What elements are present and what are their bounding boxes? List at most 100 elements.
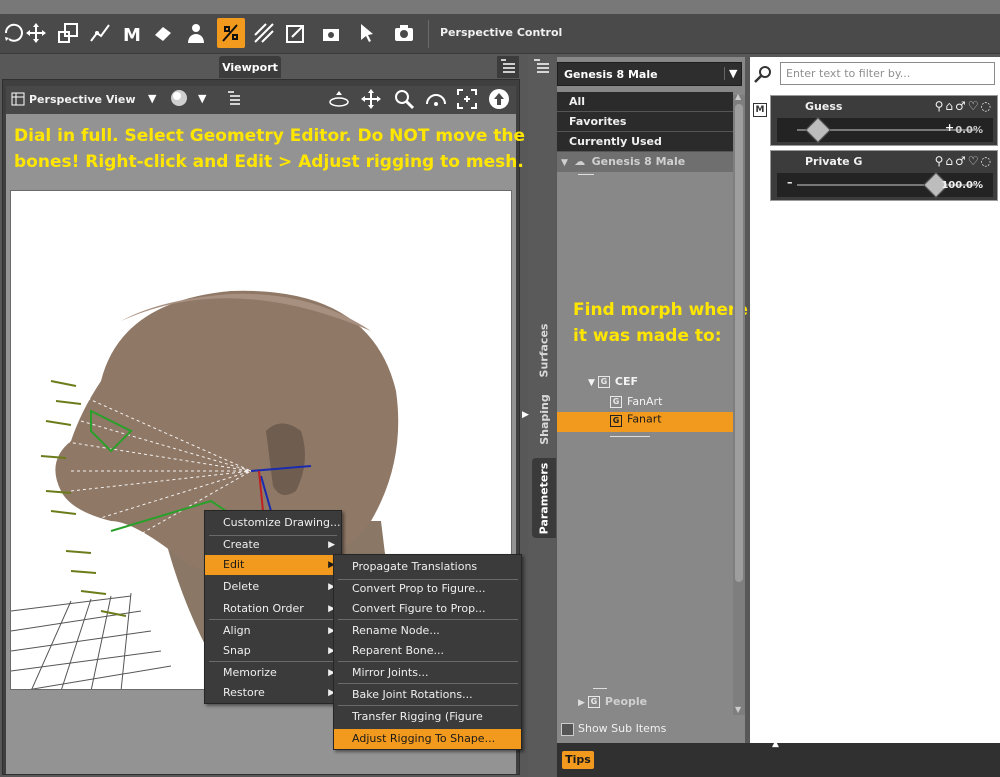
filter-search-icon[interactable] xyxy=(753,64,775,87)
menu-item-adjust-rigging-to-shape[interactable]: Adjust Rigging To Shape... xyxy=(334,729,521,749)
node-weight-icon[interactable] xyxy=(250,18,278,48)
tree-item-fanart[interactable]: G FanArt xyxy=(610,392,662,412)
orbit-icon[interactable] xyxy=(328,89,350,112)
group-icon: G xyxy=(610,415,622,427)
tab-shaping[interactable]: Shaping xyxy=(532,388,556,450)
scene-icon[interactable] xyxy=(353,18,381,48)
render-icon[interactable] xyxy=(390,18,418,48)
menu-item-create[interactable]: Create ▶ xyxy=(205,535,341,555)
menu-item-snap[interactable]: Snap ▶ xyxy=(205,641,341,661)
figure-select[interactable]: Genesis 8 Male ▼ xyxy=(557,62,742,86)
menu-item-transfer-rigging[interactable]: Transfer Rigging (Figure Space) xyxy=(334,707,521,743)
category-group-row[interactable]: ▼ ☁ Genesis 8 Male xyxy=(557,152,733,172)
morph-icon[interactable]: M xyxy=(118,18,146,48)
camera-icon[interactable] xyxy=(318,18,346,48)
viewport-view-name[interactable]: Perspective View xyxy=(29,93,136,106)
menu-item-label: Edit xyxy=(223,558,245,571)
menu-item-memorize[interactable]: Memorize ▶ xyxy=(205,663,341,683)
expand-arrow-icon: ▼ xyxy=(588,378,595,388)
bank-icon[interactable] xyxy=(424,90,448,111)
figure-icon[interactable] xyxy=(182,18,210,48)
tab-viewport[interactable]: Viewport xyxy=(219,56,281,78)
tree-item-fanart-selected[interactable]: G Fanart xyxy=(557,412,733,432)
category-currently-used[interactable]: Currently Used xyxy=(557,132,733,152)
zoom-icon[interactable] xyxy=(393,88,415,113)
frame-icon[interactable] xyxy=(456,88,478,113)
menu-item-rotation-order[interactable]: Rotation Order ▶ xyxy=(205,599,341,619)
tab-label: Shaping xyxy=(537,393,551,445)
menu-item-convert-prop-to-figure[interactable]: Convert Prop to Figure... xyxy=(334,579,521,599)
tree-label: FanArt xyxy=(627,395,663,408)
tab-surfaces[interactable]: Surfaces xyxy=(532,316,556,384)
menu-separator xyxy=(338,619,518,620)
reset-view-icon[interactable] xyxy=(488,88,510,113)
menu-item-convert-figure-to-prop[interactable]: Convert Figure to Prop... xyxy=(334,599,521,619)
parameter-name: Guess xyxy=(805,100,843,113)
slider-plus-icon: + xyxy=(945,121,955,134)
menu-item-rename-node[interactable]: Rename Node... xyxy=(334,621,521,641)
filter-input[interactable]: Enter text to filter by... xyxy=(780,62,995,85)
draw-style-dropdown-icon[interactable]: ▼ xyxy=(198,92,206,105)
tree-cut-marker xyxy=(610,436,650,440)
tips-button[interactable]: Tips xyxy=(562,751,594,769)
tree-item-cef[interactable]: ▼ G CEF xyxy=(588,372,638,392)
menu-item-customize-drawing[interactable]: Customize Drawing... xyxy=(205,513,341,533)
menu-item-mirror-joints[interactable]: Mirror Joints... xyxy=(334,663,521,683)
scroll-down-icon[interactable]: ▼ xyxy=(735,705,741,714)
tab-label: Surfaces xyxy=(537,323,551,377)
tree-label: People xyxy=(604,695,648,708)
menu-separator xyxy=(338,705,518,706)
view-dropdown-icon[interactable]: ▼ xyxy=(148,92,156,105)
menu-separator xyxy=(338,683,518,684)
show-sub-items-toggle[interactable]: Show Sub Items xyxy=(561,722,666,736)
menu-item-bake-joint-rotations[interactable]: Bake Joint Rotations... xyxy=(334,685,521,705)
parameter-option-icons[interactable]: ⚲⌂♂♡◌ xyxy=(935,154,993,168)
pan-icon[interactable] xyxy=(360,88,382,113)
geometry-editor-icon[interactable] xyxy=(217,18,245,48)
slider-handle[interactable] xyxy=(805,117,831,143)
category-scrollbar-thumb[interactable] xyxy=(735,104,743,582)
parameter-value[interactable]: 0.0% xyxy=(955,125,983,136)
parameter-option-icons[interactable]: ⚲⌂♂♡◌ xyxy=(935,99,993,113)
tree-cut-marker xyxy=(593,688,607,691)
category-all[interactable]: All xyxy=(557,92,733,112)
window-top-strip xyxy=(0,0,1000,14)
category-favorites[interactable]: Favorites xyxy=(557,112,733,132)
current-tool-label: Perspective Control xyxy=(440,26,563,39)
menu-item-edit[interactable]: Edit ▶ xyxy=(205,555,341,575)
menu-item-reparent-bone[interactable]: Reparent Bone... xyxy=(334,641,521,661)
parameter-value[interactable]: 100.0% xyxy=(941,180,983,191)
tab-parameters[interactable]: Parameters xyxy=(532,458,556,538)
draw-style-icon[interactable] xyxy=(170,89,188,110)
menu-item-label: Rotation Order xyxy=(223,602,304,615)
viewport-options-icon[interactable] xyxy=(226,90,242,109)
menu-item-restore[interactable]: Restore ▶ xyxy=(205,683,341,703)
move-icon[interactable] xyxy=(22,18,50,48)
tree-cut-marker xyxy=(578,174,594,177)
tree-label: Fanart xyxy=(627,412,662,426)
menu-item-label: Snap xyxy=(223,644,251,657)
menu-separator xyxy=(338,661,518,662)
context-menu: Customize Drawing... Create ▶ Edit ▶ Delet… xyxy=(204,510,342,704)
menu-item-align[interactable]: Align ▶ xyxy=(205,621,341,641)
viewport-menu-icon[interactable] xyxy=(497,56,519,78)
figure-group-icon: ☁ xyxy=(574,155,586,168)
expand-arrow-icon: ▶ xyxy=(578,698,585,708)
scroll-up-icon[interactable]: ▲ xyxy=(735,92,741,101)
joint-icon[interactable] xyxy=(86,18,114,48)
panel-menu-icon[interactable] xyxy=(532,57,552,78)
active-pose-icon[interactable] xyxy=(282,18,310,48)
menu-separator xyxy=(209,661,337,662)
menu-item-propagate-translations[interactable]: Propagate Translations xyxy=(334,557,521,577)
expand-arrow-icon: ▼ xyxy=(561,158,568,168)
tree-item-people[interactable]: ▶ G People xyxy=(578,692,647,712)
checkbox[interactable] xyxy=(561,722,574,736)
surface-icon[interactable] xyxy=(150,18,178,48)
submenu-arrow-icon: ▶ xyxy=(328,540,335,550)
scale-icon[interactable] xyxy=(54,18,82,48)
collapse-arrow-icon[interactable]: ▶ xyxy=(522,410,529,420)
menu-item-delete[interactable]: Delete ▶ xyxy=(205,577,341,597)
slider-minus-icon: – xyxy=(787,176,793,189)
morph-marker-icon: M xyxy=(753,103,767,117)
edit-submenu: Propagate Translations Convert Prop to F… xyxy=(333,554,522,750)
